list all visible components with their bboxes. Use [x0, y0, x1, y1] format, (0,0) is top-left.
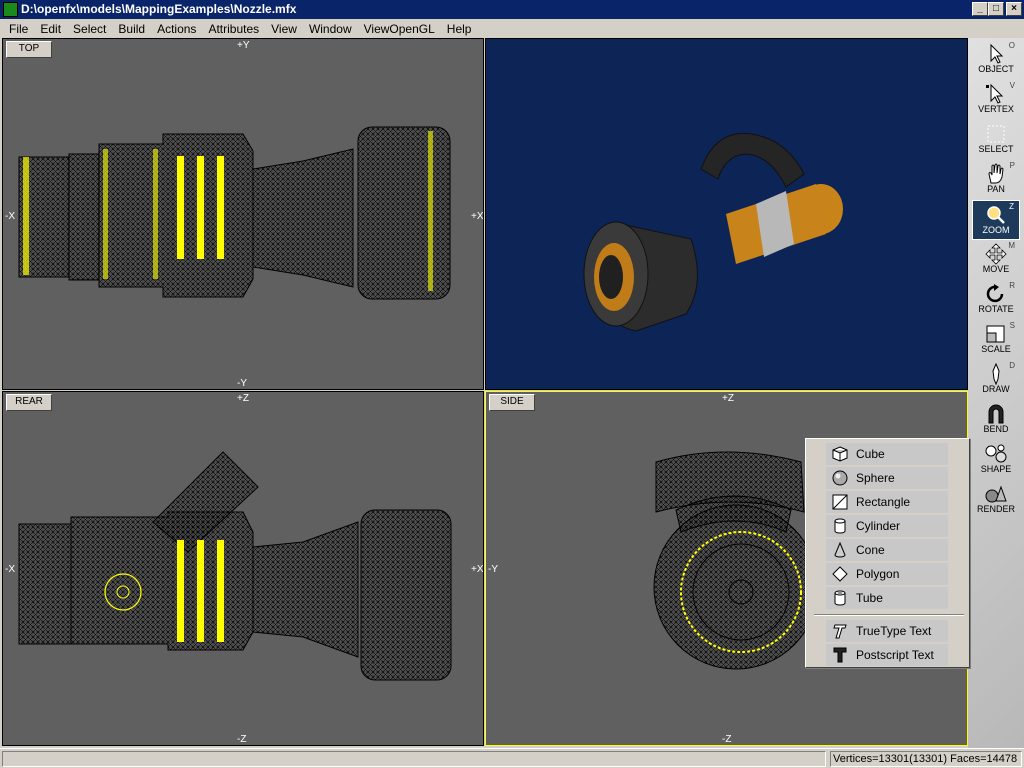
axis-side-minus-z: -Z [722, 734, 732, 745]
menu-edit[interactable]: Edit [34, 22, 67, 36]
shape-truetype-text[interactable]: TrueType Text [826, 620, 948, 642]
shape-rectangle[interactable]: Rectangle [826, 491, 948, 513]
render-icon [985, 485, 1007, 503]
axis-rear-plus-x: +X [471, 564, 484, 575]
top-wireframe [18, 126, 451, 300]
pen-icon [992, 363, 1000, 385]
axis-rear-minus-z: -Z [237, 734, 247, 745]
polygon-icon [832, 566, 848, 582]
menu-build[interactable]: Build [112, 22, 151, 36]
cube-icon [832, 446, 848, 462]
sphere-icon [832, 470, 848, 486]
axis-top-minus-x: -X [5, 211, 15, 222]
shape-cone[interactable]: Cone [826, 539, 948, 561]
shapes-icon [985, 444, 1007, 463]
shape-tube[interactable]: Tube [826, 587, 948, 609]
cone-icon [834, 542, 846, 558]
rear-wireframe [18, 451, 452, 681]
menu-select[interactable]: Select [67, 22, 112, 36]
magnifier-icon [987, 206, 1005, 224]
tool-move[interactable]: M MOVE [972, 240, 1020, 280]
menu-window[interactable]: Window [303, 22, 358, 36]
rotate-icon [986, 284, 1004, 303]
status-counts: Vertices=13301(13301) Faces=14478 [830, 751, 1022, 767]
scale-icon [986, 325, 1005, 343]
axis-top-plus-x: +X [471, 211, 484, 222]
app-icon[interactable] [3, 2, 18, 17]
pointer-icon [990, 43, 1004, 64]
axis-rear-minus-x: -X [5, 564, 15, 575]
tool-draw[interactable]: D DRAW [972, 360, 1020, 400]
axis-side-plus-z: +Z [722, 393, 734, 404]
viewport-render[interactable] [485, 38, 968, 390]
tool-pan[interactable]: P PAN [972, 160, 1020, 200]
tool-bend[interactable]: BEND [972, 400, 1020, 440]
shape-sphere[interactable]: Sphere [826, 467, 948, 489]
viewport-rear[interactable]: REAR +Z -Z -X +X [2, 391, 484, 746]
viewport-label-top[interactable]: TOP [6, 41, 52, 58]
tool-shape[interactable]: SHAPE [972, 440, 1020, 480]
menu-view[interactable]: View [265, 22, 303, 36]
menu-separator [814, 614, 964, 616]
axis-side-minus-y: -Y [488, 564, 498, 575]
shape-cylinder[interactable]: Cylinder [826, 515, 948, 537]
menu-attributes[interactable]: Attributes [202, 22, 265, 36]
tool-scale[interactable]: S SCALE [972, 320, 1020, 360]
shape-polygon[interactable]: Polygon [826, 563, 948, 585]
axis-rear-plus-z: +Z [237, 393, 249, 404]
tool-rotate[interactable]: R ROTATE [972, 280, 1020, 320]
menu-file[interactable]: File [3, 22, 34, 36]
window-title: D:\openfx\models\MappingExamples\Nozzle.… [21, 2, 297, 16]
tool-select[interactable]: SELECT [972, 120, 1020, 160]
shape-cube[interactable]: Cube [826, 443, 948, 465]
tool-object[interactable]: O OBJECT [972, 40, 1020, 80]
magnet-icon [988, 404, 1004, 424]
vertex-pointer-icon [986, 83, 1004, 104]
tool-zoom[interactable]: Z ZOOM [972, 200, 1020, 240]
viewport-top[interactable]: TOP +Y -Y -X +X [2, 38, 484, 390]
postscript-icon [833, 647, 847, 663]
maximize-button[interactable]: □ [988, 2, 1004, 16]
menu-actions[interactable]: Actions [151, 22, 202, 36]
menu-help[interactable]: Help [441, 22, 478, 36]
status-message [2, 751, 826, 767]
move-arrows-icon [985, 243, 1007, 265]
hand-icon [988, 163, 1004, 184]
tool-render[interactable]: RENDER [972, 480, 1020, 520]
tool-vertex[interactable]: V VERTEX [972, 80, 1020, 120]
select-box-icon [987, 125, 1005, 143]
title-bar: D:\openfx\models\MappingExamples\Nozzle.… [0, 0, 1024, 19]
cylinder-icon [834, 518, 846, 534]
shape-postscript-text[interactable]: Postscript Text [826, 644, 948, 666]
close-button[interactable]: × [1006, 2, 1022, 16]
viewport-label-rear[interactable]: REAR [6, 394, 52, 411]
rectangle-icon [832, 494, 848, 510]
minimize-button[interactable]: _ [972, 2, 988, 16]
shape-popup-menu: Cube Sphere Rectangle Cylinder Cone Poly… [805, 438, 970, 668]
menu-bar: File Edit Select Build Actions Attribute… [0, 19, 1024, 38]
axis-top-minus-y: -Y [237, 378, 247, 389]
viewport-label-side[interactable]: SIDE [489, 394, 535, 411]
truetype-icon [833, 624, 847, 639]
axis-top-plus-y: +Y [237, 40, 250, 51]
tube-icon [834, 590, 846, 606]
rendered-nozzle [583, 132, 843, 332]
menu-viewopengl[interactable]: ViewOpenGL [358, 22, 441, 36]
